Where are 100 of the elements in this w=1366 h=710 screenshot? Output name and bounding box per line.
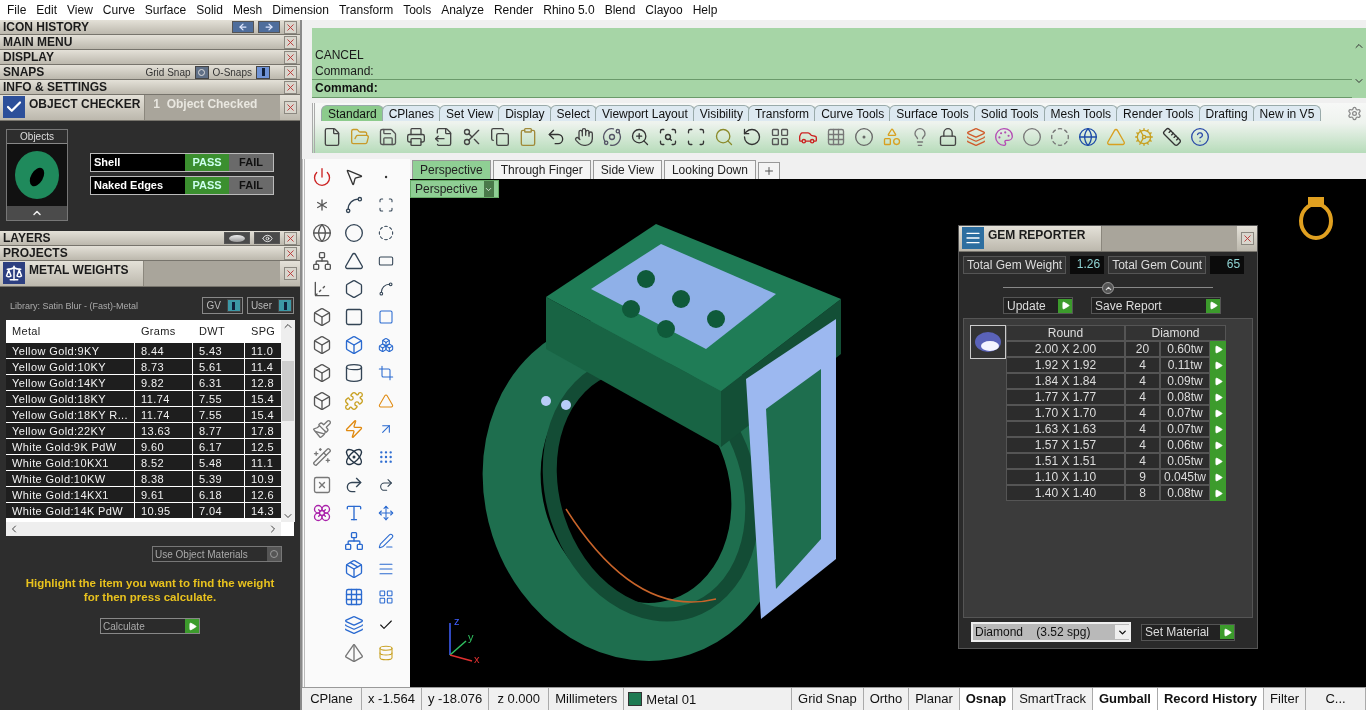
lines-icon[interactable] (378, 561, 394, 577)
table-cell[interactable]: White Gold:14K PdW (6, 503, 134, 518)
collapse-handle[interactable] (1102, 282, 1114, 294)
menu-item[interactable]: Clayoo (640, 3, 688, 17)
layer-indicator[interactable]: Metal 01 (624, 688, 793, 710)
close-button[interactable] (284, 231, 297, 245)
toggle-switch[interactable] (278, 299, 292, 312)
zoom-in-icon[interactable] (630, 127, 650, 147)
calculate-button[interactable]: Calculate (100, 618, 200, 634)
cylinder-icon[interactable] (344, 363, 364, 383)
menu-item[interactable]: Tools (398, 3, 437, 17)
page-export-icon[interactable] (434, 127, 454, 147)
menu-item[interactable]: Surface (139, 3, 192, 17)
power-icon[interactable] (312, 167, 332, 187)
status-toggle[interactable]: Grid Snap (792, 688, 864, 710)
save-report-button[interactable]: Save Report (1091, 297, 1221, 314)
menu-item[interactable]: Dimension (267, 3, 334, 17)
status-toggle[interactable]: Filter (1264, 688, 1306, 710)
toggle-switch[interactable] (226, 299, 241, 312)
table-cell[interactable]: Yellow Gold:10KY (6, 359, 134, 374)
menu-item[interactable]: Analyze (436, 3, 489, 17)
add-tab-button[interactable] (757, 162, 780, 179)
horizontal-scrollbar[interactable] (6, 522, 282, 536)
toolbar-tab[interactable]: Standard (321, 105, 384, 121)
dots-icon[interactable] (378, 449, 394, 465)
toolbar-tab[interactable]: New in V5 (1252, 105, 1322, 121)
spline-icon[interactable] (344, 195, 364, 215)
rectangle-icon[interactable] (378, 253, 394, 269)
viewport-tab[interactable]: Looking Down (663, 160, 756, 179)
pointer-icon[interactable] (344, 167, 364, 187)
table-cell[interactable]: White Gold:10KX1 (6, 455, 134, 470)
close-button[interactable] (284, 35, 297, 49)
pyramid-icon[interactable] (344, 643, 364, 663)
menu-item[interactable]: Curve (97, 3, 140, 17)
menu-item[interactable]: Transform (333, 3, 399, 17)
panel-header[interactable]: SNAPS Grid Snap O-Snaps (0, 65, 300, 80)
viewport-tab[interactable]: Side View (592, 160, 662, 179)
rotate-view-icon[interactable] (742, 127, 762, 147)
panel-header[interactable]: MAIN MENU (0, 35, 300, 50)
crop-icon[interactable] (378, 365, 394, 381)
scan-icon[interactable] (378, 197, 394, 213)
table-cell[interactable]: Yellow Gold:18KY (6, 391, 134, 406)
copy-icon[interactable] (490, 127, 510, 147)
layers-icon[interactable] (344, 615, 364, 635)
panel-header[interactable]: LAYERS (0, 231, 300, 246)
go-button[interactable] (1058, 298, 1072, 313)
puzzle-icon[interactable] (344, 391, 364, 411)
table-cell[interactable]: Yellow Gold:14KY (6, 375, 134, 390)
use-object-materials-option[interactable]: Use Object Materials (152, 546, 282, 562)
menu-item[interactable]: Edit (31, 3, 63, 17)
toolbar-tab[interactable]: Transform (747, 105, 817, 121)
mesh-sphere-icon[interactable] (1050, 127, 1070, 147)
text-icon[interactable] (344, 503, 364, 523)
close-button[interactable] (284, 101, 297, 114)
table-cell[interactable]: White Gold:9K PdW (6, 439, 134, 454)
box-icon[interactable] (312, 335, 332, 355)
box-icon[interactable] (312, 363, 332, 383)
menu-item[interactable]: Blend (599, 3, 641, 17)
toolbar-tab[interactable]: Solid Tools (973, 105, 1046, 121)
panel-header[interactable]: INFO & SETTINGS (0, 80, 300, 95)
status-toggle[interactable]: Gumball (1092, 688, 1158, 710)
update-button[interactable]: Update (1003, 297, 1073, 314)
table-cell[interactable]: White Gold:14KX1 (6, 487, 134, 502)
close-button[interactable] (284, 50, 297, 64)
panel-header[interactable]: METAL WEIGHTS (0, 261, 300, 287)
toolbar-tab[interactable]: Mesh Tools (1043, 105, 1119, 121)
toolbar-tab[interactable]: CPlanes (381, 105, 442, 121)
close-button[interactable] (284, 267, 297, 280)
status-toggle[interactable]: Ortho (863, 688, 910, 710)
hexagon-icon[interactable] (344, 279, 364, 299)
square-x-icon[interactable] (312, 475, 332, 495)
menu-item[interactable]: Help (687, 3, 723, 17)
row-go-button[interactable] (1210, 341, 1226, 357)
menu-item[interactable]: Solid (191, 3, 228, 17)
toggle-switch[interactable] (256, 65, 270, 79)
toggle-control[interactable]: GV (202, 297, 243, 314)
grid-icon[interactable] (344, 587, 364, 607)
network-icon[interactable] (312, 251, 332, 271)
orbit-icon[interactable] (602, 127, 622, 147)
vertical-scrollbar[interactable] (281, 320, 296, 522)
viewport-menu[interactable]: Perspective (410, 180, 499, 198)
four-viewports-icon[interactable] (770, 127, 790, 147)
panel-header[interactable]: PROJECTS (0, 246, 300, 261)
table-cell[interactable]: Yellow Gold:22KY (6, 423, 134, 438)
curve-arrow-icon[interactable] (344, 475, 364, 495)
material-dropdown[interactable]: Diamond (3.52 spg) (971, 622, 1131, 642)
toolbar-tab[interactable]: Display (498, 105, 552, 121)
brush-icon[interactable] (312, 419, 332, 439)
scissors-icon[interactable] (462, 127, 482, 147)
toolbar-tab[interactable]: Viewport Layout (594, 105, 695, 121)
color-wheel-icon[interactable] (994, 127, 1014, 147)
menu-item[interactable]: File (2, 3, 32, 17)
circle-icon[interactable] (344, 223, 364, 243)
page-icon[interactable] (322, 127, 342, 147)
sphere-icon[interactable] (1022, 127, 1042, 147)
globe-icon[interactable] (312, 223, 332, 243)
status-toggle[interactable]: SmartTrack (1013, 688, 1093, 710)
menu-item[interactable]: View (62, 3, 98, 17)
toolbar-tab[interactable]: Select (549, 105, 597, 121)
status-toggle[interactable]: Record History (1157, 688, 1265, 710)
